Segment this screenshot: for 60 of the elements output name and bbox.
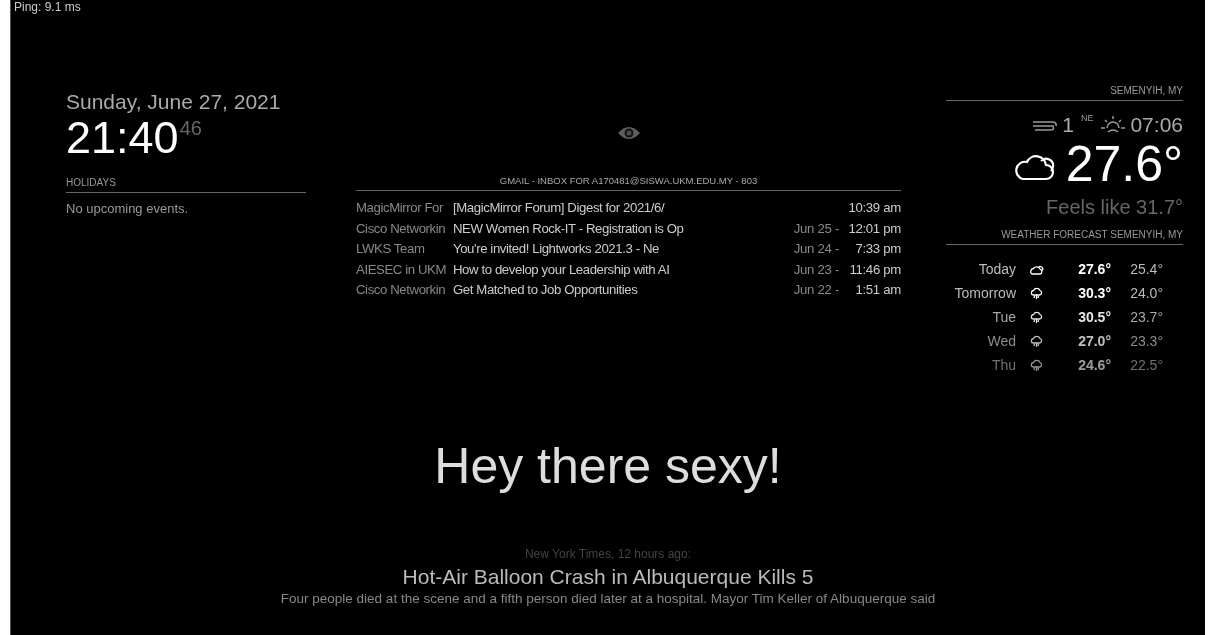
news-headline: Hot-Air Balloon Crash in Albuquerque Kills 5 [401, 565, 815, 589]
calendar-message: No upcoming events. [66, 201, 190, 217]
clock-date: Sunday, June 27, 2021 [66, 90, 282, 114]
mail-sender: Cisco Networkin [356, 219, 447, 238]
rain-cloud-icon [1029, 334, 1043, 348]
mail-time: 12:01 pm [847, 219, 901, 238]
mail-sender: AIESEC in UKM [356, 260, 448, 279]
forecast-low: 25.4° [1129, 260, 1163, 279]
forecast-high: 27.6° [1077, 260, 1111, 279]
mail-sender: LWKS Team [356, 240, 426, 258]
forecast-high: 30.3° [1077, 284, 1111, 303]
forecast-day: Today [946, 257, 1016, 281]
mail-time: 10:39 am [847, 199, 901, 217]
clock-time: 21:40 [66, 114, 179, 162]
mail-date: Jun 22 - [793, 281, 839, 299]
forecast-day: Tue [946, 305, 1016, 329]
forecast-low: 22.5° [1129, 356, 1163, 375]
mail-sender: Cisco Networkin [356, 281, 447, 299]
mail-sender: MagicMirror For [356, 199, 445, 217]
module-header: HOLIDAYS [66, 177, 306, 194]
forecast-day: Thu [946, 353, 1016, 377]
forecast-high: 27.0° [1077, 332, 1111, 351]
rain-cloud-icon [1029, 286, 1043, 300]
mail-subject: How to develop your Leadership with AI [453, 260, 671, 279]
forecast-high: 24.6° [1077, 356, 1111, 375]
module-header: GMAIL - INBOX FOR A170481@SISWA.UKM.EDU.MY - 803 [356, 175, 901, 191]
forecast-day: Tomorrow [946, 281, 1016, 305]
feels-like: Feels like 31.7° [1045, 196, 1183, 219]
compliment-text: Hey there sexy! [433, 437, 783, 495]
wind-icon [1032, 118, 1059, 132]
mail-date: Jun 23 - [793, 260, 839, 279]
module-header: SEMENYIH, MY [946, 85, 1183, 101]
news-source: New York Times, 12 hours ago: [523, 547, 693, 561]
temperature: 27.6° [1065, 137, 1183, 192]
eye-icon [616, 125, 641, 141]
mail-time: 1:51 am [854, 281, 901, 299]
mail-subject: You're invited! Lightworks 2021.3 - Ne [453, 240, 661, 258]
news-description: Four people died at the scene and a fifth person died later at a hospital. Mayor Tim Keller of Albuquerque said [279, 591, 937, 606]
forecast-day: Wed [946, 329, 1016, 353]
forecast-low: 24.0° [1129, 284, 1163, 303]
mail-date: Jun 24 - [793, 240, 839, 258]
forecast-low: 23.3° [1129, 332, 1163, 351]
forecast-low: 23.7° [1129, 308, 1163, 327]
ping-reading: Ping: 9.1 ms [13, 0, 82, 14]
mail-time: 11:46 pm [848, 260, 901, 279]
clock-seconds: 46 [179, 117, 202, 140]
mail-subject: Get Matched to Job Opportunities [453, 281, 639, 299]
sunrise-time: 07:06 [1130, 113, 1183, 137]
mail-date: Jun 25 - [793, 219, 839, 238]
sunrise-icon [1100, 115, 1127, 135]
wind-speed: 1 [1062, 113, 1074, 137]
module-header: WEATHER FORECAST SEMENYIH, MY [946, 229, 1183, 245]
forecast-high: 30.5° [1077, 308, 1111, 327]
mail-subject: [MagicMirror Forum] Digest for 2021/6/ [453, 199, 666, 217]
mail-time: 7:33 pm [854, 240, 901, 258]
rain-cloud-icon [1029, 358, 1043, 372]
cloud-icon [1028, 263, 1044, 275]
wind-direction: NE [1080, 113, 1094, 123]
rain-cloud-icon [1029, 310, 1043, 324]
mail-subject: NEW Women Rock-IT - Registration is Op [453, 219, 685, 238]
